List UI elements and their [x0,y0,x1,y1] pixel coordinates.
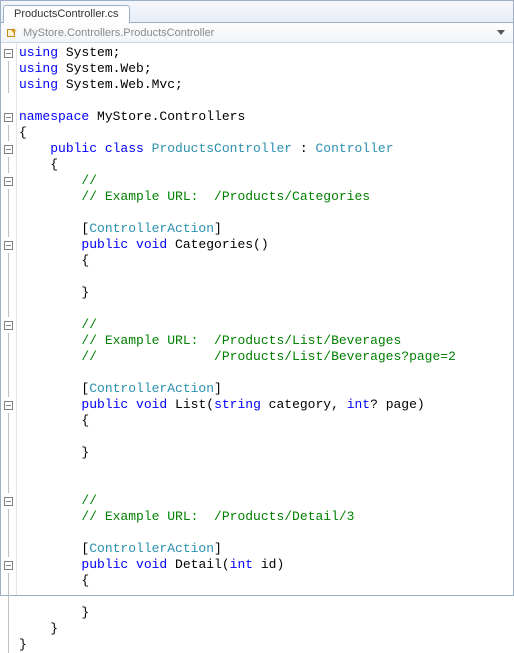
code-line: namespace MyStore.Controllers [19,109,456,125]
code-line: // Example URL: /Products/Categories [19,189,456,205]
code-line: [ControllerAction] [19,221,456,237]
code-line: } [19,637,456,653]
code-line: using System.Web; [19,61,456,77]
code-line [19,477,456,493]
fold-toggle[interactable] [4,497,13,506]
tab-bar: ProductsController.cs [1,1,513,23]
class-icon: ✦ [5,26,19,40]
code-line: public void Categories() [19,237,456,253]
file-tab-label: ProductsController.cs [14,8,119,20]
code-line [19,589,456,605]
code-line: { [19,157,456,173]
code-area: using System;using System.Web;using Syst… [1,43,513,595]
code-line: public void List(string category, int? p… [19,397,456,413]
breadcrumb[interactable]: MyStore.Controllers.ProductsController [23,27,497,39]
fold-toggle[interactable] [4,241,13,250]
code-line: // [19,173,456,189]
code-line: { [19,573,456,589]
code-line: // Example URL: /Products/Detail/3 [19,509,456,525]
dropdown-icon[interactable] [497,30,505,35]
file-tab[interactable]: ProductsController.cs [3,5,130,23]
code-line: // /Products/List/Beverages?page=2 [19,349,456,365]
code-line: } [19,621,456,637]
fold-toggle[interactable] [4,561,13,570]
fold-gutter[interactable] [1,43,17,595]
code-line: { [19,125,456,141]
code-line [19,205,456,221]
code-line: { [19,413,456,429]
code-line: using System; [19,45,456,61]
code-line [19,429,456,445]
code-line [19,301,456,317]
code-line [19,461,456,477]
fold-toggle[interactable] [4,401,13,410]
code-line: } [19,285,456,301]
fold-toggle[interactable] [4,145,13,154]
code-editor[interactable]: using System;using System.Web;using Syst… [17,43,456,595]
code-line: } [19,605,456,621]
code-line: { [19,253,456,269]
code-line [19,525,456,541]
code-line: using System.Web.Mvc; [19,77,456,93]
code-line: [ControllerAction] [19,381,456,397]
breadcrumb-bar: ✦ MyStore.Controllers.ProductsController [1,23,513,43]
fold-toggle[interactable] [4,321,13,330]
code-line: public class ProductsController : Contro… [19,141,456,157]
code-line: // [19,317,456,333]
code-line [19,365,456,381]
fold-toggle[interactable] [4,49,13,58]
code-line: public void Detail(int id) [19,557,456,573]
code-line: // [19,493,456,509]
code-line [19,269,456,285]
code-line: [ControllerAction] [19,541,456,557]
code-line: // Example URL: /Products/List/Beverages [19,333,456,349]
fold-toggle[interactable] [4,113,13,122]
fold-toggle[interactable] [4,177,13,186]
code-line [19,93,456,109]
code-line: } [19,445,456,461]
